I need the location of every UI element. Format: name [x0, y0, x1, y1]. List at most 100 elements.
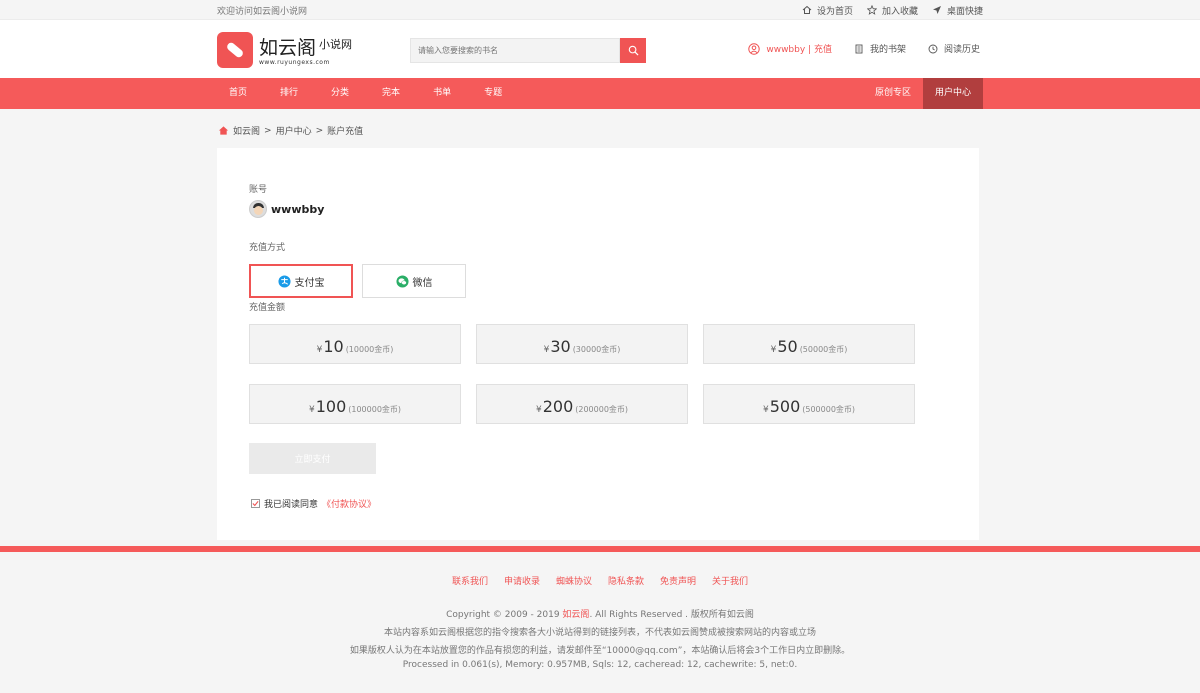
logo-name: 如云阁 小说网 [259, 37, 353, 59]
pay-now-button[interactable]: 立即支付 [249, 443, 376, 474]
search-bar [410, 38, 646, 63]
history-label: 阅读历史 [943, 45, 980, 55]
nav-item-ranking[interactable]: 排行 [268, 78, 310, 109]
amount-value: 10 [323, 337, 344, 356]
footer-divider [0, 546, 1200, 552]
amount-coins: (200000金币) [575, 405, 629, 414]
amount-option-200[interactable]: ¥200 (200000金币) [476, 384, 688, 424]
avatar [249, 200, 267, 218]
top-links: 设为首页 加入收藏 桌面快捷 [802, 4, 983, 17]
footer-link-spider[interactable]: 蜘蛛协议 [556, 574, 592, 587]
welcome-text: 欢迎访问如云阁小说网 [217, 6, 308, 17]
clock-icon [928, 44, 938, 54]
search-button[interactable] [620, 38, 646, 63]
amount-value: 100 [315, 397, 347, 416]
star-icon [866, 5, 877, 15]
currency-symbol: ¥ [762, 405, 769, 415]
send-icon [932, 5, 942, 15]
nav-item-topics[interactable]: 专题 [472, 78, 514, 109]
breadcrumb-user-center[interactable]: 用户中心 [276, 124, 312, 137]
nav-item-category[interactable]: 分类 [319, 78, 361, 109]
amount-option-500[interactable]: ¥500 (500000金币) [703, 384, 915, 424]
alipay-label: 支付宝 [294, 277, 325, 289]
nav-item-user-center[interactable]: 用户中心 [922, 78, 983, 109]
footer-link-submit[interactable]: 申请收录 [504, 574, 540, 587]
amount-option-50[interactable]: ¥50 (50000金币) [703, 324, 915, 364]
currency-symbol: ¥ [308, 405, 315, 415]
copyright-line: Copyright © 2009 - 2019 如云阁. All Rights … [0, 607, 1200, 620]
wechat-option[interactable]: 微信 [362, 264, 466, 298]
bookshelf-icon [854, 44, 864, 54]
agreement-row: 我已阅读同意 《付款协议》 [251, 497, 376, 510]
amount-label: 充值金额 [249, 303, 286, 313]
desktop-shortcut-link[interactable]: 桌面快捷 [932, 4, 983, 17]
main-nav: 首页 排行 分类 完本 书单 专题 原创专区 用户中心 [0, 78, 1200, 109]
amount-coins: (10000金币) [345, 345, 394, 354]
header: 如云阁小说网 www.ruyungexs.com wwwbby | 充值 我 [0, 20, 1200, 78]
method-label: 充值方式 [249, 243, 286, 253]
amount-coins: (100000金币) [348, 405, 402, 414]
amount-value: 50 [777, 337, 798, 356]
user-sep: | [805, 45, 814, 55]
logo-mark-icon [217, 32, 253, 68]
disclaimer-line-1: 本站内容系如云阁根据您的指令搜索各大小说站得到的链接列表，不代表如云阁赞成被搜索… [383, 628, 816, 638]
copyright-pre: Copyright © 2009 - 2019 [446, 610, 563, 620]
nav-left: 首页 排行 分类 完本 书单 专题 [217, 78, 523, 109]
amount-value: 30 [550, 337, 571, 356]
agree-checkbox[interactable] [251, 499, 260, 508]
set-homepage-label: 设为首页 [816, 6, 853, 17]
wechat-icon [395, 274, 409, 288]
footer-link-disclaimer[interactable]: 免责声明 [660, 574, 696, 587]
currency-symbol: ¥ [543, 345, 550, 355]
agree-text: 我已阅读同意 [264, 500, 319, 510]
add-favorite-link[interactable]: 加入收藏 [866, 4, 918, 17]
set-homepage-link[interactable]: 设为首页 [802, 4, 853, 17]
search-input[interactable] [410, 38, 620, 63]
account-info: wwwbby [249, 200, 324, 218]
amount-value: 200 [542, 397, 574, 416]
amount-coins: (50000金币) [799, 345, 848, 354]
bookshelf-label: 我的书架 [869, 45, 906, 55]
amount-coins: (30000金币) [572, 345, 621, 354]
top-bar: 欢迎访问如云阁小说网 设为首页 加入收藏 桌面快捷 [0, 0, 1200, 20]
alipay-icon [277, 274, 291, 288]
add-favorite-label: 加入收藏 [881, 6, 918, 17]
account-name: wwwbby [271, 202, 325, 216]
copyright-site-link[interactable]: 如云阁 [562, 610, 589, 620]
amount-option-30[interactable]: ¥30 (30000金币) [476, 324, 688, 364]
nav-item-booklist[interactable]: 书单 [421, 78, 463, 109]
wechat-label: 微信 [412, 277, 433, 289]
amount-value: 500 [769, 397, 801, 416]
payment-agreement-link[interactable]: 《付款协议》 [322, 497, 376, 510]
user-account-link[interactable]: wwwbby | 充值 [748, 42, 832, 55]
check-icon [252, 500, 259, 507]
bookshelf-link[interactable]: 我的书架 [854, 42, 906, 55]
history-link[interactable]: 阅读历史 [928, 42, 980, 55]
copyright-post: . All Rights Reserved . 版权所有如云阁 [589, 610, 754, 620]
desktop-shortcut-label: 桌面快捷 [946, 6, 983, 17]
nav-item-finished[interactable]: 完本 [370, 78, 412, 109]
recharge-link[interactable]: 充值 [814, 45, 832, 55]
breadcrumb: 如云阁 > 用户中心 > 账户充值 [218, 124, 363, 137]
site-logo[interactable]: 如云阁 小说网 www.ruyungexs.com [217, 32, 352, 68]
amount-coins: (500000金币) [802, 405, 856, 414]
nav-item-original[interactable]: 原创专区 [863, 78, 923, 109]
amount-option-10[interactable]: ¥10 (10000金币) [249, 324, 461, 364]
breadcrumb-current: 账户充值 [327, 127, 364, 137]
breadcrumb-home[interactable]: 如云阁 [233, 124, 260, 137]
search-icon [628, 45, 639, 56]
user-icon [748, 42, 761, 55]
alipay-option[interactable]: 支付宝 [249, 264, 353, 298]
footer-link-privacy[interactable]: 隐私条款 [608, 574, 644, 587]
currency-symbol: ¥ [316, 345, 323, 355]
logo-url: www.ruyungexs.com [259, 59, 330, 66]
footer-links: 联系我们 申请收录 蜘蛛协议 隐私条款 免责声明 关于我们 [0, 574, 1200, 587]
footer-link-about[interactable]: 关于我们 [712, 574, 748, 587]
amount-option-100[interactable]: ¥100 (100000金币) [249, 384, 461, 424]
currency-symbol: ¥ [770, 345, 777, 355]
breadcrumb-sep: > [264, 125, 272, 136]
nav-item-home[interactable]: 首页 [217, 78, 259, 109]
breadcrumb-sep: > [315, 125, 324, 136]
footer-link-contact[interactable]: 联系我们 [452, 574, 488, 587]
account-label: 账号 [249, 185, 268, 195]
